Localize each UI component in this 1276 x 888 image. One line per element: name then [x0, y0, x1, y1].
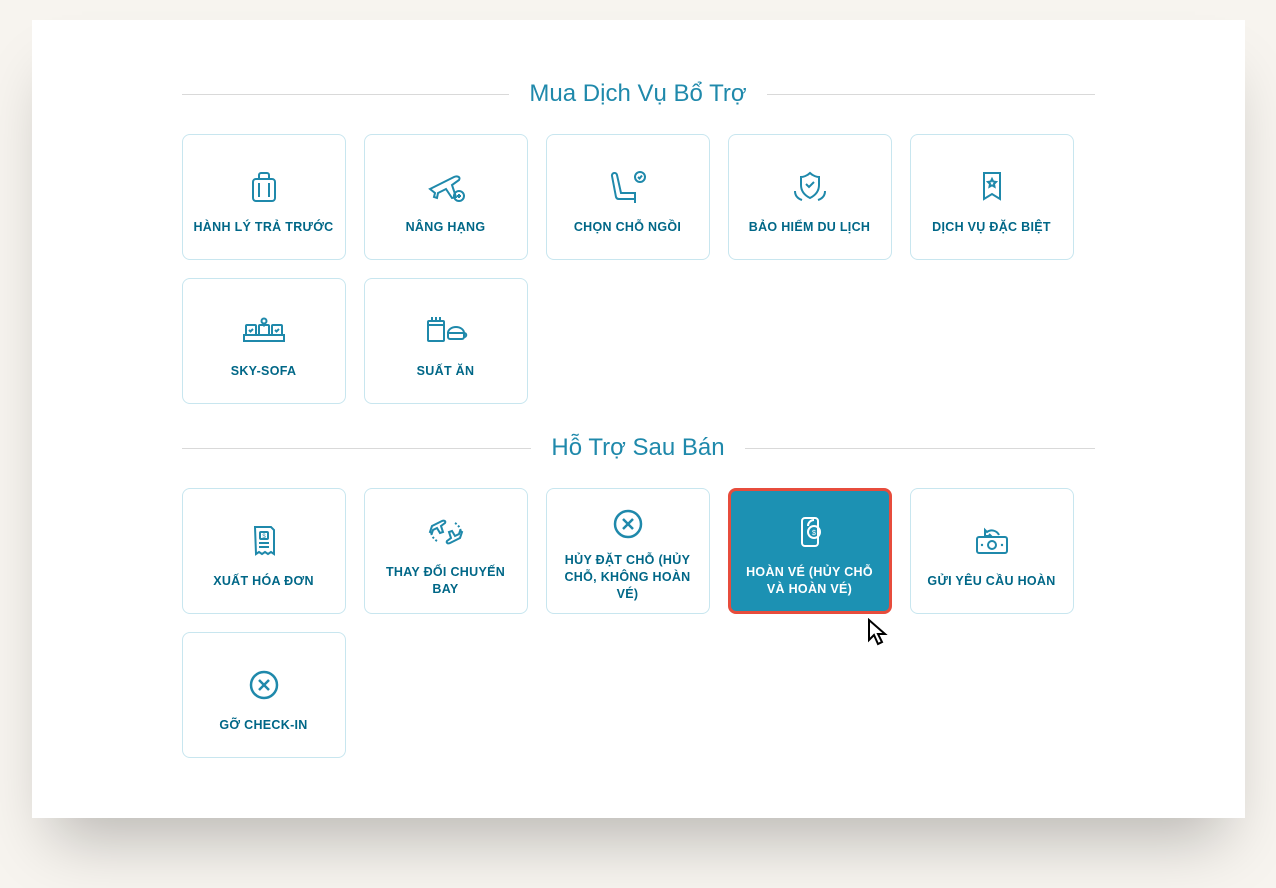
svg-text:$: $	[812, 530, 816, 537]
divider	[182, 448, 532, 449]
divider	[745, 448, 1095, 449]
card-seat[interactable]: CHỌN CHỖ NGỒI	[546, 134, 710, 260]
shield-hands-icon	[789, 163, 831, 211]
card-label: CHỌN CHỖ NGỒI	[574, 219, 681, 236]
money-return-icon	[969, 517, 1015, 565]
section-header-ancillary: Mua Dịch Vụ Bổ Trợ	[182, 80, 1095, 108]
card-refund-ticket[interactable]: $ HOÀN VÉ (HỦY CHỖ VÀ HOÀN VÉ)	[728, 488, 892, 614]
card-label: THAY ĐỔI CHUYẾN BAY	[373, 564, 519, 598]
section-header-postsale: Hỗ Trợ Sau Bán	[182, 434, 1095, 462]
card-meal[interactable]: SUẤT ĂN	[364, 278, 528, 404]
divider	[182, 94, 510, 95]
card-upgrade[interactable]: NÂNG HẠNG	[364, 134, 528, 260]
card-remove-checkin[interactable]: GỠ CHECK-IN	[182, 632, 346, 758]
card-label: BẢO HIỂM DU LỊCH	[749, 219, 870, 236]
seat-icon	[607, 163, 649, 211]
postsale-grid: $ XUẤT HÓA ĐƠN THAY ĐỔI CHUYẾN BAY	[182, 488, 1095, 758]
cancel-circle-icon	[610, 503, 646, 544]
card-skysofa[interactable]: SKY-SOFA	[182, 278, 346, 404]
sofa-seats-icon	[240, 307, 288, 355]
luggage-icon	[244, 163, 284, 211]
card-insurance[interactable]: BẢO HIỂM DU LỊCH	[728, 134, 892, 260]
card-change-flight[interactable]: THAY ĐỔI CHUYẾN BAY	[364, 488, 528, 614]
card-label: HÀNH LÝ TRẢ TRƯỚC	[193, 219, 333, 236]
divider	[767, 94, 1095, 95]
card-baggage[interactable]: HÀNH LÝ TRẢ TRƯỚC	[182, 134, 346, 260]
section-title: Mua Dịch Vụ Bổ Trợ	[529, 80, 746, 108]
plane-upgrade-icon	[424, 163, 468, 211]
card-invoice[interactable]: $ XUẤT HÓA ĐƠN	[182, 488, 346, 614]
refund-phone-icon: $	[792, 508, 828, 556]
card-label: SKY-SOFA	[231, 363, 297, 380]
cancel-circle-icon	[246, 661, 282, 709]
meal-icon	[422, 307, 470, 355]
card-label: GỬI YÊU CẦU HOÀN	[927, 573, 1055, 590]
card-label: HỦY ĐẶT CHỖ (HỦY CHỖ, KHÔNG HOÀN VÉ)	[555, 552, 701, 603]
bookmark-star-icon	[976, 163, 1008, 211]
invoice-icon: $	[247, 517, 281, 565]
swap-planes-icon	[422, 508, 470, 556]
service-panel: Mua Dịch Vụ Bổ Trợ HÀNH LÝ TRẢ TRƯỚC	[32, 20, 1245, 818]
card-special-service[interactable]: DỊCH VỤ ĐẶC BIỆT	[910, 134, 1074, 260]
card-refund-request[interactable]: GỬI YÊU CẦU HOÀN	[910, 488, 1074, 614]
card-label: GỠ CHECK-IN	[219, 717, 307, 734]
card-cancel-booking[interactable]: HỦY ĐẶT CHỖ (HỦY CHỖ, KHÔNG HOÀN VÉ)	[546, 488, 710, 614]
card-label: XUẤT HÓA ĐƠN	[213, 573, 314, 590]
section-title: Hỗ Trợ Sau Bán	[551, 434, 724, 462]
card-label: DỊCH VỤ ĐẶC BIỆT	[932, 219, 1051, 236]
card-label: SUẤT ĂN	[417, 363, 475, 380]
ancillary-grid: HÀNH LÝ TRẢ TRƯỚC NÂNG HẠNG	[182, 134, 1095, 404]
card-label: NÂNG HẠNG	[406, 219, 486, 236]
card-label: HOÀN VÉ (HỦY CHỖ VÀ HOÀN VÉ)	[739, 564, 881, 598]
